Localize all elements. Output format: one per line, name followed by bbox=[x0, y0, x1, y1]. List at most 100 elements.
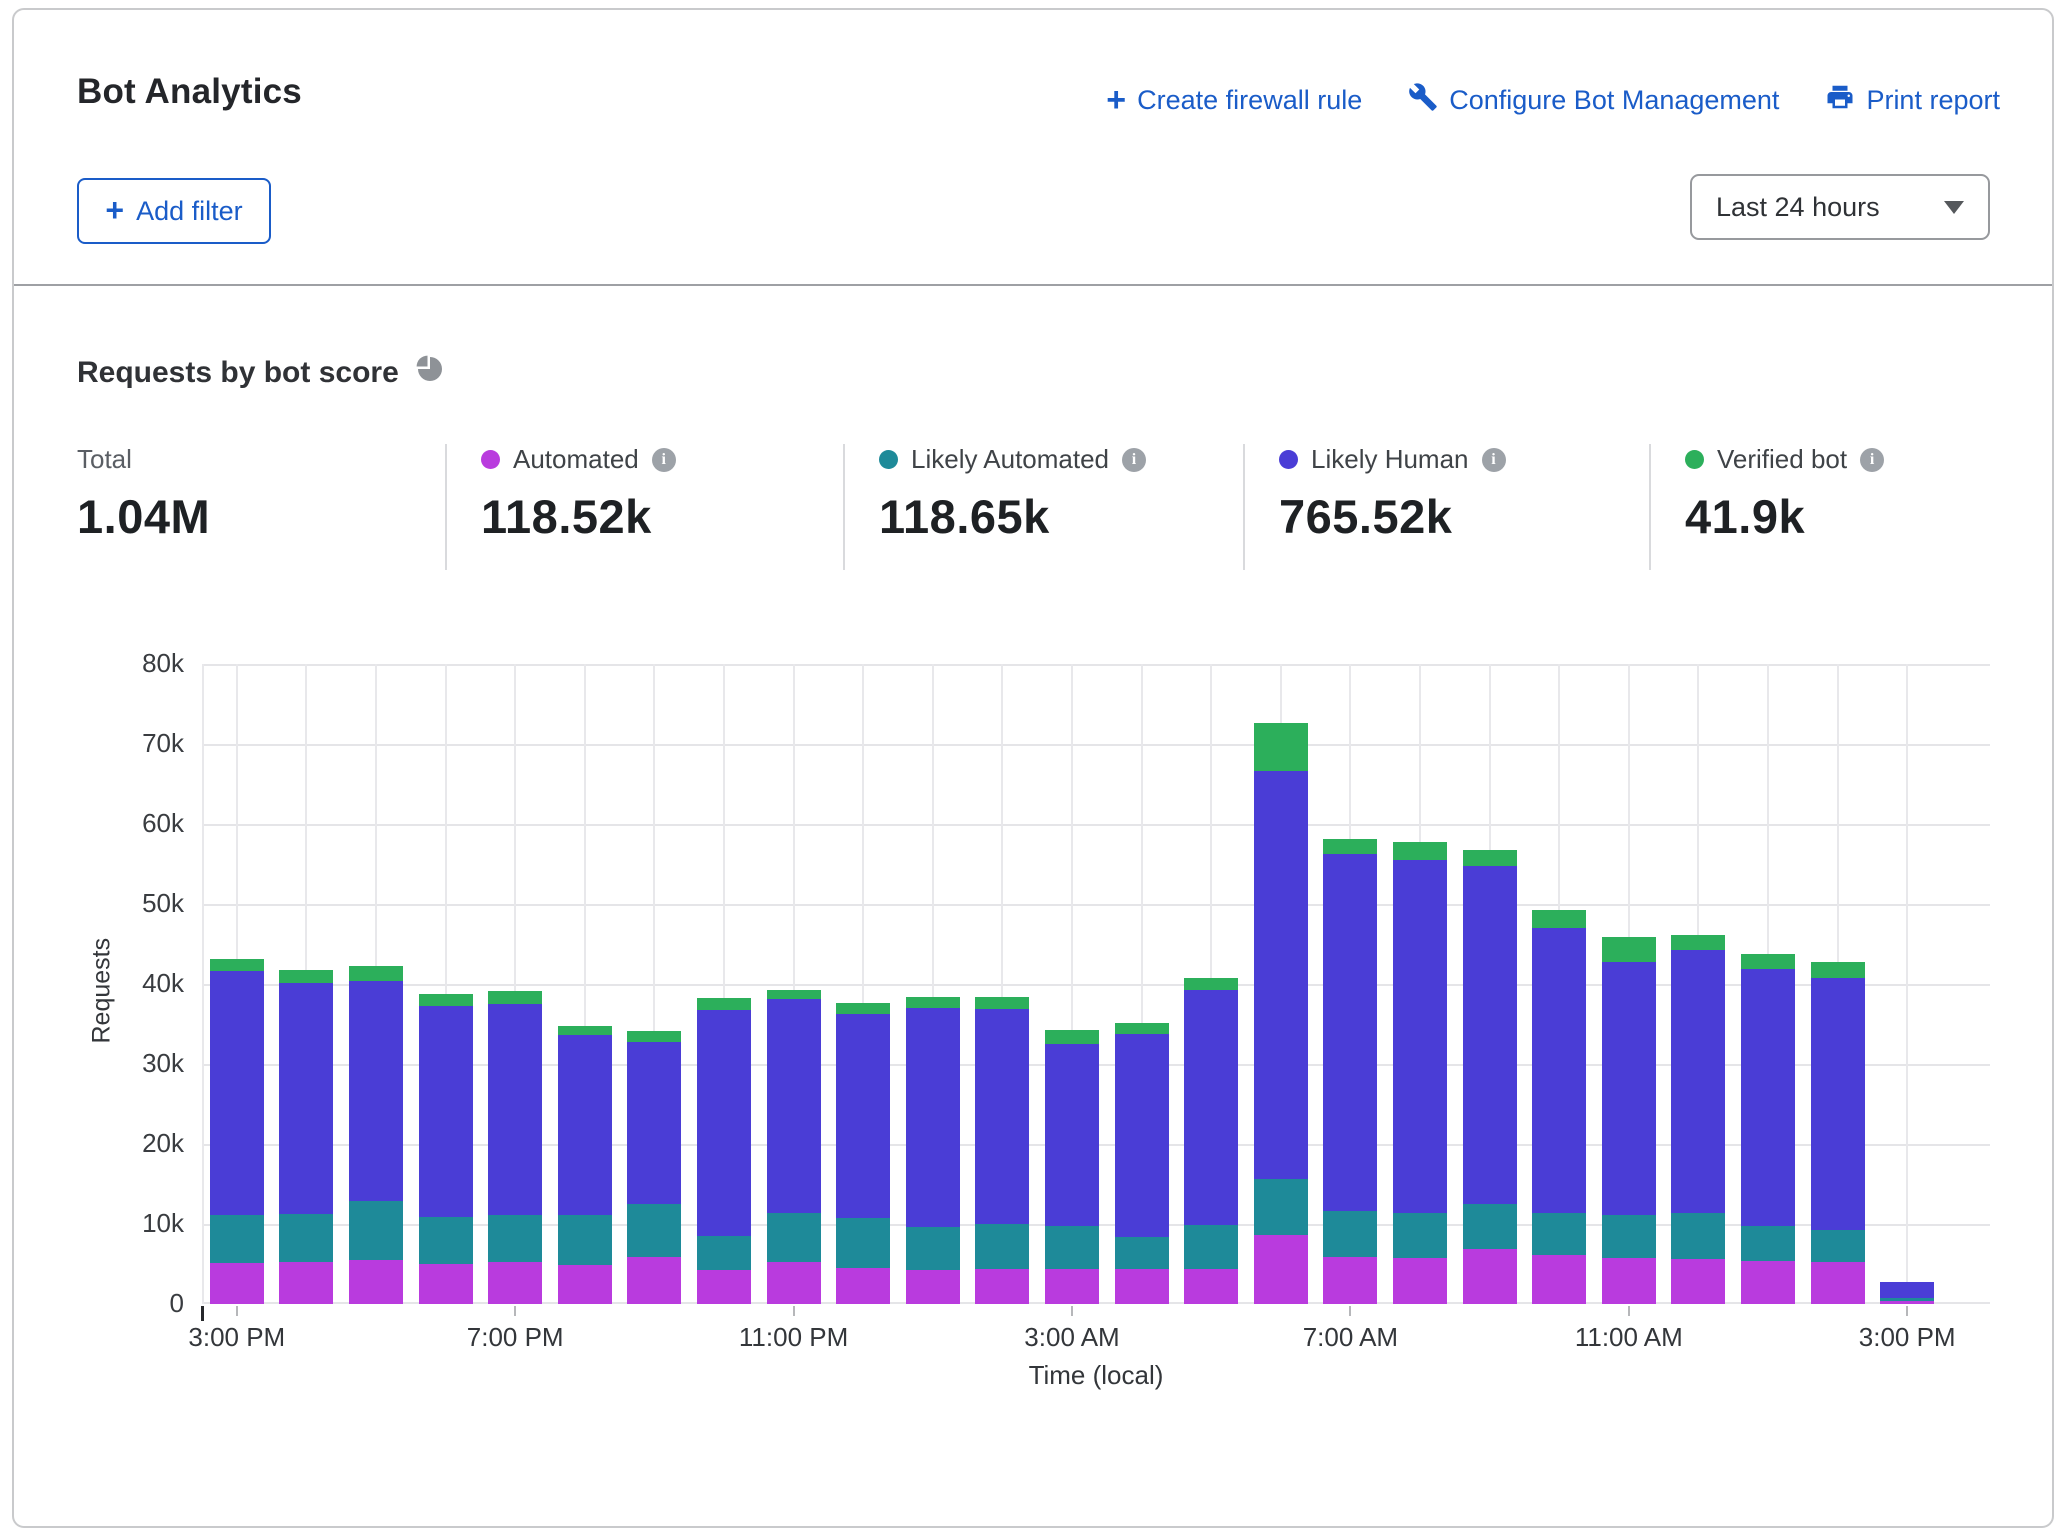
gridline-h bbox=[202, 904, 1990, 906]
segment-automated bbox=[1463, 1249, 1517, 1304]
y-axis-tick-label: 50k bbox=[94, 888, 184, 919]
stat-label: Total bbox=[77, 444, 132, 475]
segment-automated bbox=[697, 1270, 751, 1304]
chevron-down-icon bbox=[1944, 201, 1964, 214]
pie-chart-icon bbox=[415, 354, 445, 392]
gridline-h bbox=[202, 824, 1990, 826]
segment-automated bbox=[558, 1265, 612, 1304]
x-axis-tick-label: 7:00 AM bbox=[1250, 1322, 1450, 1353]
y-axis-tick-label: 20k bbox=[94, 1128, 184, 1159]
segment-automated bbox=[975, 1269, 1029, 1304]
segment-verified-bot bbox=[627, 1031, 681, 1041]
info-icon[interactable]: i bbox=[1860, 448, 1884, 472]
segment-likely-automated bbox=[1671, 1213, 1725, 1259]
stat-total: Total 1.04M bbox=[77, 444, 445, 570]
segment-automated bbox=[1602, 1258, 1656, 1304]
x-axis-tick bbox=[514, 1306, 516, 1316]
segment-automated bbox=[1741, 1261, 1795, 1304]
add-filter-label: Add filter bbox=[136, 196, 243, 227]
segment-verified-bot bbox=[488, 991, 542, 1004]
bar-1100am[interactable] bbox=[1602, 937, 1656, 1304]
bar-700pm[interactable] bbox=[488, 991, 542, 1304]
bar-700am[interactable] bbox=[1323, 839, 1377, 1304]
segment-likely-human bbox=[1045, 1044, 1099, 1226]
segment-likely-human bbox=[1184, 990, 1238, 1225]
bar-800pm[interactable] bbox=[558, 1026, 612, 1304]
segment-verified-bot bbox=[558, 1026, 612, 1035]
segment-verified-bot bbox=[697, 998, 751, 1009]
x-axis-tick-label: 3:00 PM bbox=[137, 1322, 337, 1353]
gridline-h bbox=[202, 744, 1990, 746]
bar-1100pm[interactable] bbox=[767, 990, 821, 1304]
bar-100pm[interactable] bbox=[1741, 954, 1795, 1304]
create-firewall-rule-label: Create firewall rule bbox=[1137, 85, 1362, 116]
configure-bot-management-label: Configure Bot Management bbox=[1449, 85, 1779, 116]
bar-1000am[interactable] bbox=[1532, 910, 1586, 1304]
stat-value: 118.65k bbox=[879, 489, 1243, 544]
plus-icon: + bbox=[105, 197, 124, 223]
segment-verified-bot bbox=[349, 966, 403, 980]
segment-likely-human bbox=[767, 999, 821, 1213]
segment-likely-automated bbox=[1532, 1213, 1586, 1255]
legend-dot bbox=[879, 450, 898, 469]
segment-verified-bot bbox=[1463, 850, 1517, 866]
segment-likely-human bbox=[349, 981, 403, 1201]
bar-600pm[interactable] bbox=[419, 994, 473, 1304]
legend-dot bbox=[1685, 450, 1704, 469]
segment-verified-bot bbox=[279, 970, 333, 983]
segment-likely-human bbox=[279, 983, 333, 1214]
bar-200am[interactable] bbox=[975, 997, 1029, 1304]
bar-900am[interactable] bbox=[1463, 850, 1517, 1304]
stat-label-row: Total bbox=[77, 444, 445, 475]
bar-1200am[interactable] bbox=[836, 1003, 890, 1304]
stat-label: Likely Human bbox=[1311, 444, 1469, 475]
bar-500pm[interactable] bbox=[349, 966, 403, 1304]
bar-900pm[interactable] bbox=[627, 1031, 681, 1304]
stat-label: Automated bbox=[513, 444, 639, 475]
segment-automated bbox=[419, 1264, 473, 1304]
stat-value: 1.04M bbox=[77, 489, 445, 544]
segment-verified-bot bbox=[1532, 910, 1586, 928]
bar-600am[interactable] bbox=[1254, 723, 1308, 1304]
segment-automated bbox=[1880, 1301, 1934, 1304]
y-axis-tick-label: 0 bbox=[94, 1288, 184, 1319]
stat-likely-human: Likely Humani765.52k bbox=[1243, 444, 1649, 570]
info-icon[interactable]: i bbox=[1122, 448, 1146, 472]
bar-400am[interactable] bbox=[1115, 1023, 1169, 1304]
add-filter-button[interactable]: + Add filter bbox=[77, 178, 271, 244]
segment-verified-bot bbox=[836, 1003, 890, 1014]
page-title: Bot Analytics bbox=[77, 72, 302, 112]
bar-100am[interactable] bbox=[906, 997, 960, 1304]
bar-800am[interactable] bbox=[1393, 842, 1447, 1304]
bar-400pm[interactable] bbox=[279, 970, 333, 1304]
configure-bot-management-link[interactable]: Configure Bot Management bbox=[1408, 82, 1779, 119]
bar-300am[interactable] bbox=[1045, 1030, 1099, 1304]
stat-automated: Automatedi118.52k bbox=[445, 444, 843, 570]
info-icon[interactable]: i bbox=[1482, 448, 1506, 472]
bar-1200pm[interactable] bbox=[1671, 935, 1725, 1304]
print-report-link[interactable]: Print report bbox=[1825, 82, 2000, 119]
bar-1000pm[interactable] bbox=[697, 998, 751, 1304]
segment-likely-automated bbox=[210, 1215, 264, 1263]
plus-icon: + bbox=[1106, 87, 1126, 113]
segment-automated bbox=[767, 1262, 821, 1304]
segment-likely-automated bbox=[697, 1236, 751, 1270]
bar-300pm[interactable] bbox=[1880, 1282, 1934, 1304]
segment-likely-human bbox=[1532, 928, 1586, 1213]
segment-automated bbox=[1532, 1255, 1586, 1304]
info-icon[interactable]: i bbox=[652, 448, 676, 472]
x-axis-title: Time (local) bbox=[916, 1360, 1276, 1391]
time-range-select[interactable]: Last 24 hours bbox=[1690, 174, 1990, 240]
segment-verified-bot bbox=[1045, 1030, 1099, 1044]
segment-likely-human bbox=[1254, 771, 1308, 1179]
segment-automated bbox=[349, 1260, 403, 1304]
x-axis-tick-label: 3:00 AM bbox=[972, 1322, 1172, 1353]
segment-likely-automated bbox=[1254, 1179, 1308, 1235]
segment-verified-bot bbox=[419, 994, 473, 1007]
bar-200pm[interactable] bbox=[1811, 962, 1865, 1304]
y-axis-tick-label: 30k bbox=[94, 1048, 184, 1079]
create-firewall-rule-link[interactable]: + Create firewall rule bbox=[1106, 85, 1362, 116]
bar-300pm[interactable] bbox=[210, 959, 264, 1304]
bar-500am[interactable] bbox=[1184, 978, 1238, 1304]
x-axis-tick-label: 11:00 PM bbox=[694, 1322, 894, 1353]
